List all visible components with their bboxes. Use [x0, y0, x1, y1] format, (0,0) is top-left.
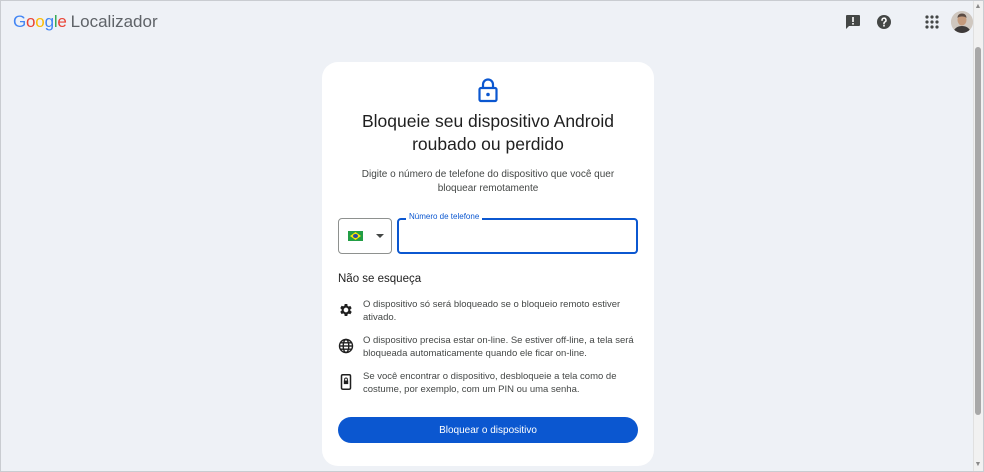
globe-icon: [338, 338, 354, 354]
phone-number-input[interactable]: [399, 220, 636, 252]
reminder-text: Se você encontrar o dispositivo, desbloq…: [363, 371, 617, 395]
country-code-selector[interactable]: [338, 218, 392, 254]
help-icon[interactable]: [873, 11, 895, 33]
brazil-flag-icon: [348, 231, 363, 241]
app-logo[interactable]: Google Localizador: [13, 12, 158, 32]
reminder-text: O dispositivo só será bloqueado se o blo…: [363, 299, 621, 323]
lock-icon: [477, 77, 499, 103]
lock-device-button[interactable]: Bloquear o dispositivo: [338, 417, 638, 443]
account-avatar[interactable]: [951, 11, 973, 33]
settings-gear-icon: [338, 302, 354, 318]
phone-lock-icon: [338, 374, 354, 390]
google-wordmark: Google: [13, 12, 67, 31]
instructions-text: Digite o número de telefone do dispositi…: [361, 169, 615, 194]
page-scrollbar[interactable]: ▲ ▼: [973, 1, 983, 471]
scroll-thumb[interactable]: [975, 47, 981, 415]
lock-device-card: Bloqueie seu dispositivo Android roubado…: [322, 62, 654, 466]
reminder-text: O dispositivo precisa estar on-line. Se …: [363, 335, 634, 359]
dropdown-arrow-icon: [376, 234, 384, 238]
scroll-up-arrow-icon[interactable]: ▲: [974, 3, 982, 11]
apps-grid-icon[interactable]: [921, 11, 943, 33]
reminders-heading: Não se esqueça: [338, 273, 422, 285]
product-name: Localizador: [70, 12, 158, 31]
phone-number-field[interactable]: Número de telefone: [397, 212, 638, 254]
top-app-bar: Google Localizador: [1, 1, 975, 45]
phone-number-label: Número de telefone: [406, 212, 483, 222]
page-title: Bloqueie seu dispositivo Android roubado…: [362, 111, 614, 154]
feedback-icon[interactable]: [842, 11, 864, 33]
scroll-down-arrow-icon[interactable]: ▼: [974, 461, 982, 469]
